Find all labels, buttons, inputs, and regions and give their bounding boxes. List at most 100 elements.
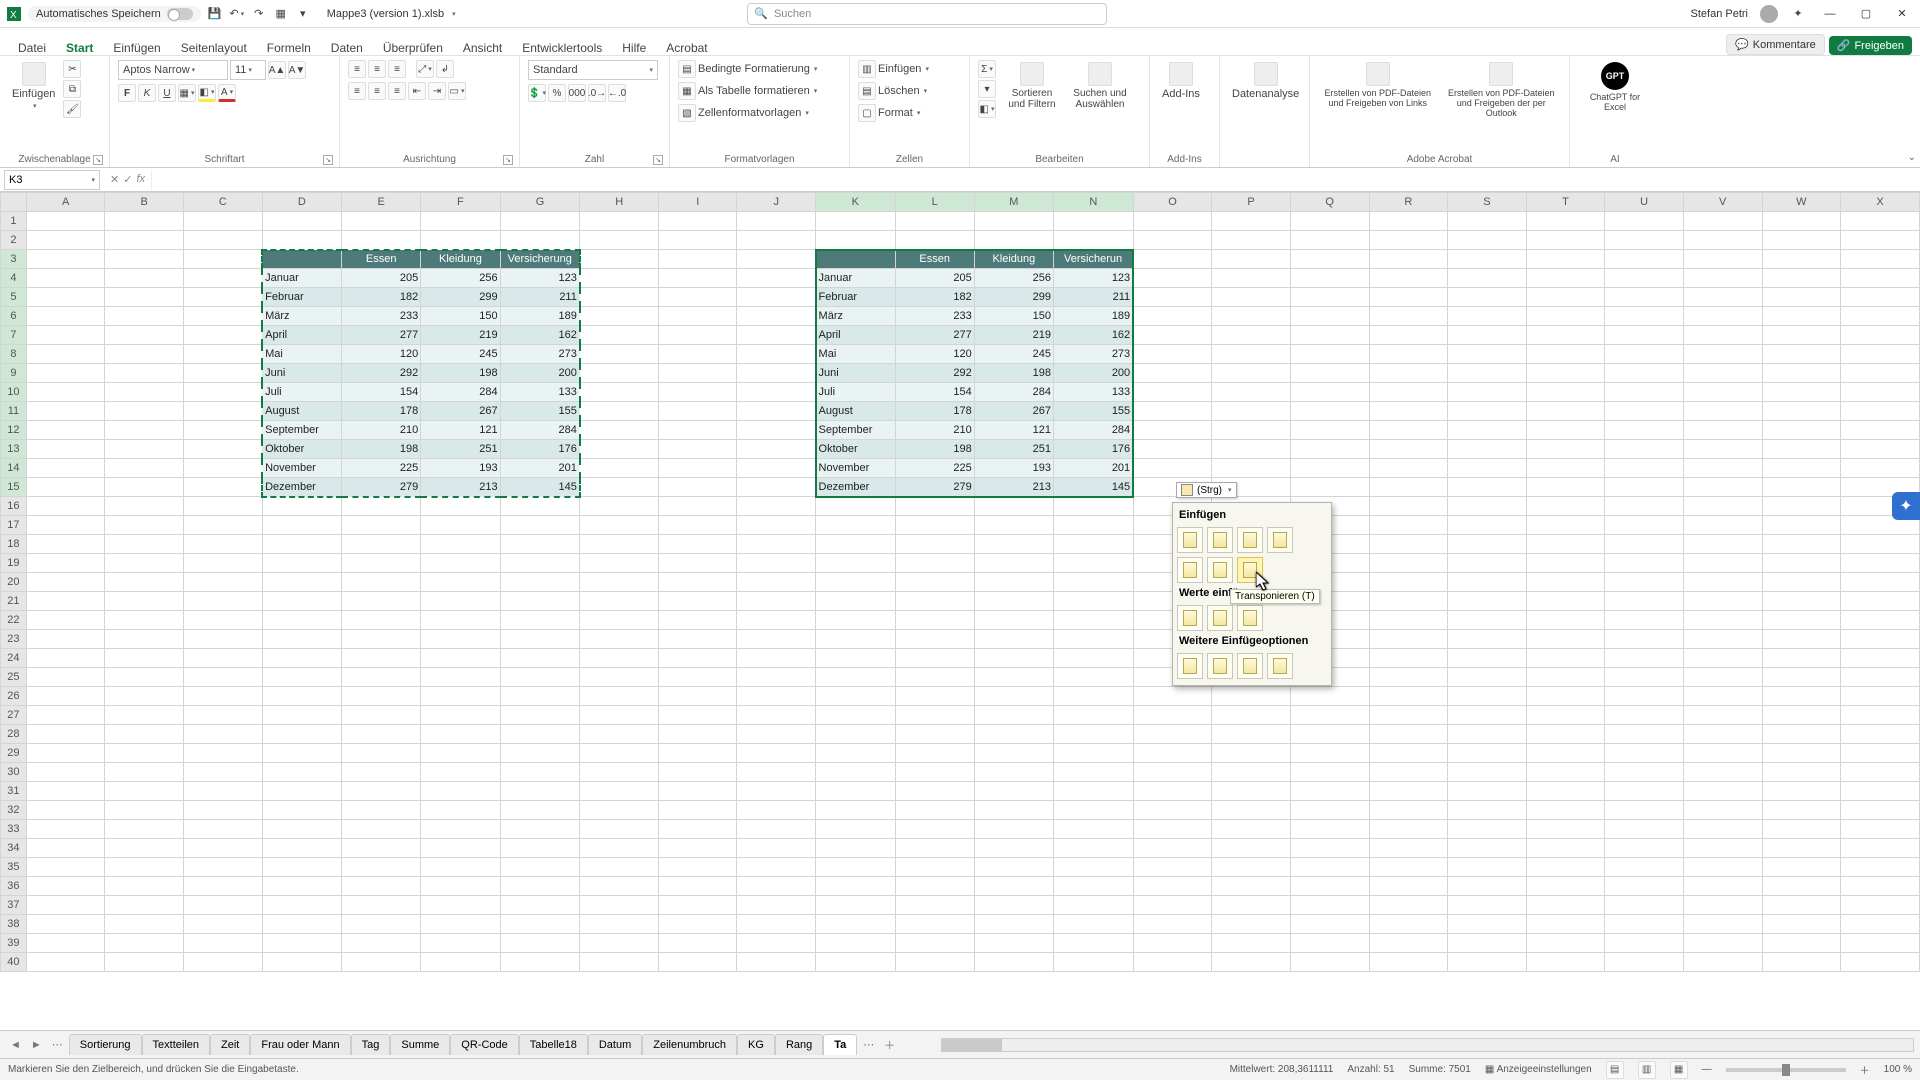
cell[interactable] [500,687,580,706]
cell[interactable] [658,573,737,592]
cell[interactable] [580,877,659,896]
cell[interactable]: 145 [500,478,580,497]
cell[interactable] [105,611,184,630]
cell[interactable]: 277 [342,326,421,345]
cell[interactable] [1683,725,1762,744]
cell[interactable] [342,744,421,763]
cell[interactable] [1133,288,1212,307]
col-header[interactable]: T [1526,193,1605,212]
cell[interactable]: Kleidung [421,250,500,269]
cell[interactable] [1054,782,1134,801]
cell[interactable] [342,231,421,250]
cell[interactable] [1448,345,1527,364]
cell[interactable] [1133,706,1212,725]
cell[interactable]: 267 [974,402,1053,421]
cell[interactable]: 267 [421,402,500,421]
cell[interactable] [500,554,580,573]
cell[interactable] [262,744,342,763]
cell[interactable] [342,915,421,934]
cell[interactable] [816,649,896,668]
cell[interactable] [1605,611,1684,630]
cell[interactable] [816,687,896,706]
cell[interactable] [1683,364,1762,383]
cell[interactable]: 200 [500,364,580,383]
cell[interactable] [974,630,1053,649]
cell[interactable]: 279 [342,478,421,497]
cell[interactable] [1841,212,1920,231]
cell[interactable] [1369,934,1448,953]
cell[interactable] [974,763,1053,782]
cell[interactable] [658,345,737,364]
cell[interactable] [1133,915,1212,934]
paste-formulas-option[interactable] [1207,527,1233,553]
row-header[interactable]: 37 [1,896,27,915]
cell[interactable] [580,212,659,231]
addins-button[interactable]: Add-Ins [1158,60,1204,102]
cell[interactable] [184,554,263,573]
cell[interactable] [1212,953,1291,972]
cell[interactable] [105,497,184,516]
cell[interactable] [580,896,659,915]
cell[interactable] [1448,497,1527,516]
cell[interactable] [1290,383,1369,402]
font-color-icon[interactable]: A▾ [218,84,236,102]
cell[interactable]: 155 [1054,402,1134,421]
orientation-icon[interactable]: ⤢▾ [416,60,434,78]
row-header[interactable]: 6 [1,307,27,326]
cell[interactable] [658,934,737,953]
cell[interactable] [1369,231,1448,250]
cell[interactable] [737,250,816,269]
cell[interactable]: 145 [1054,478,1134,497]
cell[interactable] [1290,896,1369,915]
cell[interactable] [658,915,737,934]
sheet-nav-prev-icon[interactable]: ◄ [6,1039,25,1051]
cell[interactable] [1841,801,1920,820]
cell[interactable] [1605,839,1684,858]
cell[interactable] [1290,744,1369,763]
sheet-tab[interactable]: Frau oder Mann [250,1034,350,1055]
cell[interactable] [1841,858,1920,877]
qat-more-icon[interactable]: ▾ [295,6,311,22]
cell[interactable] [1605,364,1684,383]
cell[interactable] [1683,858,1762,877]
cell[interactable] [580,440,659,459]
cell[interactable] [580,497,659,516]
cell[interactable] [1212,896,1291,915]
cell[interactable] [26,877,105,896]
sort-filter-button[interactable]: Sortieren und Filtern [1000,60,1064,112]
cell[interactable] [974,744,1053,763]
cell[interactable] [184,630,263,649]
cell[interactable]: Dezember [262,478,342,497]
zoom-slider[interactable] [1726,1068,1846,1072]
cell[interactable] [26,250,105,269]
cell[interactable] [1841,668,1920,687]
cell[interactable]: 198 [974,364,1053,383]
cell[interactable] [105,953,184,972]
cell[interactable] [1212,839,1291,858]
cell[interactable] [1369,953,1448,972]
cell[interactable] [1526,554,1605,573]
cell[interactable] [895,839,974,858]
cell[interactable]: Essen [342,250,421,269]
cell[interactable] [1605,877,1684,896]
cell[interactable] [1841,630,1920,649]
cell[interactable] [1605,668,1684,687]
row-header[interactable]: 16 [1,497,27,516]
cell[interactable] [26,497,105,516]
cell[interactable] [974,687,1053,706]
cell[interactable] [342,896,421,915]
cell[interactable] [1762,820,1841,839]
col-header[interactable]: W [1762,193,1841,212]
cell[interactable] [1605,478,1684,497]
cell[interactable] [262,763,342,782]
cell[interactable]: 211 [1054,288,1134,307]
cell[interactable] [895,687,974,706]
cell[interactable] [737,402,816,421]
cell[interactable] [184,706,263,725]
cell[interactable]: 150 [421,307,500,326]
cell[interactable] [974,212,1053,231]
cell[interactable]: 182 [342,288,421,307]
cell[interactable] [1133,269,1212,288]
cell[interactable] [1290,459,1369,478]
cell[interactable]: 299 [421,288,500,307]
